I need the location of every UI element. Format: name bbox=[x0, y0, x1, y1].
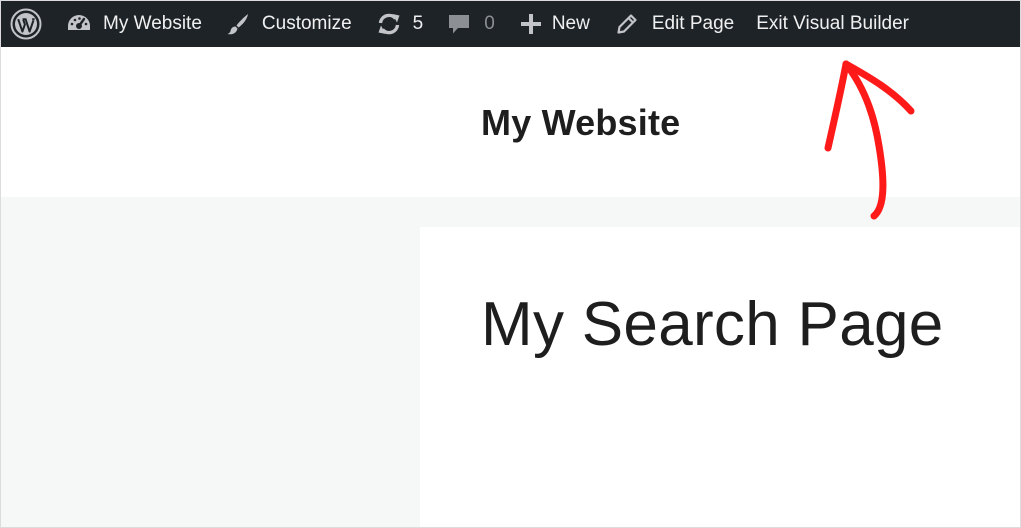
site-name-label: My Website bbox=[103, 13, 202, 34]
comments-count: 0 bbox=[484, 13, 495, 34]
exit-visual-builder-label: Exit Visual Builder bbox=[756, 13, 910, 34]
refresh-icon bbox=[376, 12, 402, 36]
brush-icon bbox=[226, 12, 250, 36]
admin-bar: My Website Customize 5 0 New Edit Page E… bbox=[1, 1, 1020, 47]
edit-page-label: Edit Page bbox=[651, 13, 735, 34]
wordpress-menu[interactable] bbox=[10, 1, 42, 47]
new-label: New bbox=[551, 13, 590, 34]
edit-page-link[interactable]: Edit Page bbox=[616, 1, 734, 47]
wordpress-logo-icon bbox=[10, 8, 42, 40]
new-content-menu[interactable]: New bbox=[520, 1, 590, 47]
site-name-menu[interactable]: My Website bbox=[66, 1, 202, 47]
browser-viewport: My Website Customize 5 0 New Edit Page E… bbox=[0, 0, 1021, 528]
pencil-icon bbox=[616, 13, 638, 35]
customize-link[interactable]: Customize bbox=[226, 1, 352, 47]
site-header: My Website bbox=[1, 47, 1020, 197]
comments-link[interactable]: 0 bbox=[447, 1, 495, 47]
customize-label: Customize bbox=[261, 13, 352, 34]
updates-count: 5 bbox=[412, 13, 424, 34]
page-content: My Search Page bbox=[420, 227, 1020, 527]
updates-link[interactable]: 5 bbox=[376, 1, 424, 47]
content-area: My Search Page bbox=[1, 197, 1020, 527]
page-title: My Search Page bbox=[481, 290, 944, 359]
comment-bubble-icon bbox=[447, 12, 471, 36]
exit-visual-builder-link[interactable]: Exit Visual Builder bbox=[756, 1, 909, 47]
plus-icon bbox=[520, 14, 541, 34]
site-title[interactable]: My Website bbox=[481, 102, 680, 144]
dashboard-icon bbox=[66, 13, 92, 35]
